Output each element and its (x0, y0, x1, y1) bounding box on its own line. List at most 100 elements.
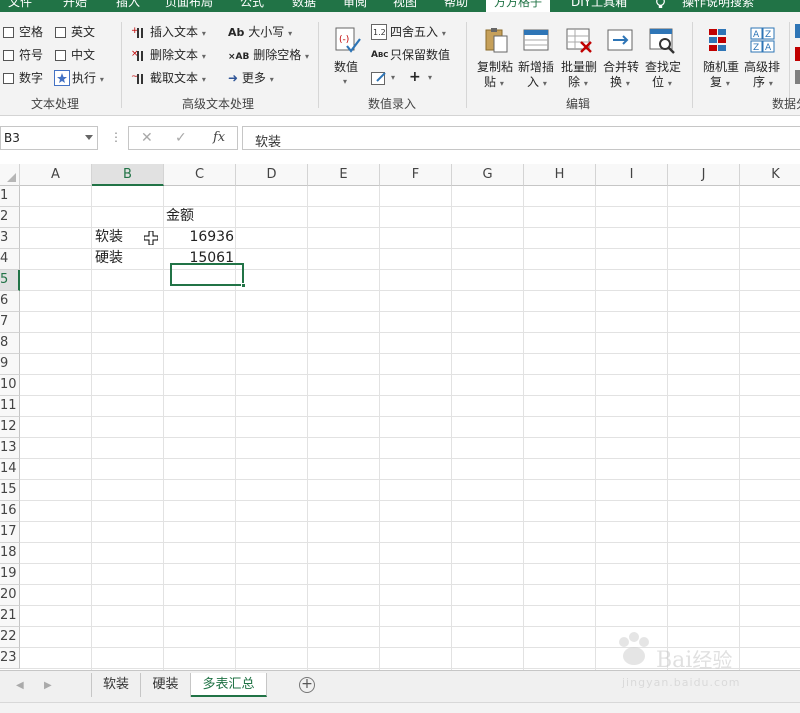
random-repeat-button[interactable]: 随机重 (703, 59, 739, 75)
random-repeat-button-line2[interactable]: 复 ▾ (710, 74, 730, 92)
tab-view[interactable]: 视图 (393, 0, 417, 12)
tab-file[interactable]: 文件 (8, 0, 32, 12)
column-header-f[interactable]: F (380, 164, 452, 186)
row-header-3[interactable]: 3 (0, 228, 20, 249)
column-header-d[interactable]: D (236, 164, 308, 186)
select-all-corner[interactable] (0, 164, 20, 186)
cell-b3[interactable]: 软装 (95, 227, 123, 247)
column-header-c[interactable]: C (164, 164, 236, 186)
row-header-11[interactable]: 11 (0, 396, 20, 417)
add-sheet-icon[interactable]: + (299, 677, 315, 693)
tab-fangfang-gezi[interactable]: 方方格子 (486, 0, 551, 12)
cell-b4[interactable]: 硬装 (95, 248, 123, 268)
advanced-sort-button[interactable]: 高级排 (744, 59, 780, 75)
selected-cell-c5[interactable] (170, 263, 246, 288)
execute-button[interactable]: 执行 ▾ (72, 70, 104, 88)
find-locate-button-line2[interactable]: 位 ▾ (652, 74, 672, 92)
tab-home[interactable]: 开始 (63, 0, 87, 12)
column-header-i[interactable]: I (596, 164, 668, 186)
plus-button[interactable]: + (409, 69, 421, 85)
batch-delete-button[interactable]: 批量删 (561, 59, 597, 75)
row-header-10[interactable]: 10 (0, 375, 20, 396)
tab-review[interactable]: 审阅 (343, 0, 367, 12)
column-header-g[interactable]: G (452, 164, 524, 186)
tab-formulas[interactable]: 公式 (240, 0, 264, 12)
column-header-b[interactable]: B (92, 164, 164, 186)
checkbox-space[interactable] (3, 27, 14, 38)
chevron-down-icon[interactable] (85, 135, 93, 140)
row-header-17[interactable]: 17 (0, 522, 20, 543)
sheet-scroll-left-icon[interactable]: ◀ (16, 680, 24, 691)
add-insert-button[interactable]: 新增插 (518, 59, 554, 75)
tell-me-search[interactable]: 操作说明搜索 (682, 0, 754, 12)
row-header-21[interactable]: 21 (0, 606, 20, 627)
formula-bar-grip-icon[interactable]: ⋮ (110, 130, 122, 144)
sheet-tab-hardfit[interactable]: 硬装 (141, 673, 191, 697)
insert-function-icon[interactable]: fx (213, 130, 225, 145)
row-header-6[interactable]: 6 (0, 291, 20, 312)
formula-input[interactable]: 软装 (242, 126, 800, 150)
row-header-23[interactable]: 23 (0, 648, 20, 669)
edit-cell-dropdown[interactable]: ▾ (391, 70, 395, 86)
row-header-8[interactable]: 8 (0, 333, 20, 354)
advanced-sort-button-line2[interactable]: 序 ▾ (753, 74, 773, 92)
column-header-j[interactable]: J (668, 164, 740, 186)
row-header-2[interactable]: 2 (0, 207, 20, 228)
delete-space-button[interactable]: ×AB 删除空格 ▾ (228, 47, 309, 65)
tab-page-layout[interactable]: 页面布局 (165, 0, 213, 12)
change-case-button[interactable]: Ab 大小写 ▾ (228, 24, 292, 42)
row-header-12[interactable]: 12 (0, 417, 20, 438)
tab-help[interactable]: 帮助 (444, 0, 468, 12)
confirm-icon[interactable]: ✓ (175, 130, 187, 146)
round-button[interactable]: 四舍五入 ▾ (390, 24, 446, 42)
checkbox-chinese[interactable] (55, 50, 66, 61)
column-header-a[interactable]: A (20, 164, 92, 186)
tab-data[interactable]: 数据 (292, 0, 316, 12)
row-header-19[interactable]: 19 (0, 564, 20, 585)
cell-c3[interactable]: 16936 (164, 227, 234, 247)
sheet-tab-softfit[interactable]: 软装 (91, 673, 141, 697)
column-header-e[interactable]: E (308, 164, 380, 186)
row-header-13[interactable]: 13 (0, 438, 20, 459)
insert-text-button[interactable]: 插入文本 ▾ (150, 24, 206, 42)
plus-dropdown[interactable]: ▾ (428, 70, 432, 86)
delete-text-button[interactable]: 删除文本 ▾ (150, 47, 206, 65)
row-header-14[interactable]: 14 (0, 459, 20, 480)
name-box[interactable]: B3 (0, 126, 98, 150)
value-button[interactable]: 数值 (334, 59, 358, 75)
row-header-18[interactable]: 18 (0, 543, 20, 564)
value-dropdown[interactable]: ▾ (343, 74, 347, 90)
row-header-22[interactable]: 22 (0, 627, 20, 648)
tab-diy-toolbox[interactable]: DIY工具箱 (571, 0, 627, 12)
spreadsheet-grid[interactable]: A B C D E F G H I J K 1 2 3 4 5 6 7 8 9 … (0, 161, 800, 670)
checkbox-symbol[interactable] (3, 50, 14, 61)
sheet-tab-summary[interactable]: 多表汇总 (191, 673, 267, 697)
row-header-16[interactable]: 16 (0, 501, 20, 522)
tab-insert[interactable]: 插入 (116, 0, 140, 12)
batch-delete-button-line2[interactable]: 除 ▾ (568, 74, 588, 92)
add-insert-button-line2[interactable]: 入 ▾ (527, 74, 547, 92)
row-header-5[interactable]: 5 (0, 270, 20, 291)
row-header-4[interactable]: 4 (0, 249, 20, 270)
merge-convert-button-line2[interactable]: 换 ▾ (610, 74, 630, 92)
copy-paste-button[interactable]: 复制粘 (477, 59, 513, 75)
checkbox-number[interactable] (3, 73, 14, 84)
row-header-7[interactable]: 7 (0, 312, 20, 333)
extract-text-button[interactable]: 截取文本 ▾ (150, 70, 206, 88)
more-button[interactable]: ➜ 更多 ▾ (228, 70, 274, 88)
fill-handle[interactable] (241, 283, 246, 288)
row-header-20[interactable]: 20 (0, 585, 20, 606)
cell-c2[interactable]: 金额 (166, 206, 194, 226)
checkbox-english[interactable] (55, 27, 66, 38)
column-header-k[interactable]: K (740, 164, 800, 186)
copy-paste-button-line2[interactable]: 贴 ▾ (484, 74, 504, 92)
merge-convert-button[interactable]: 合并转 (603, 59, 639, 75)
row-header-1[interactable]: 1 (0, 186, 20, 207)
cancel-icon[interactable]: ✕ (141, 130, 153, 146)
row-header-15[interactable]: 15 (0, 480, 20, 501)
row-header-9[interactable]: 9 (0, 354, 20, 375)
column-header-h[interactable]: H (524, 164, 596, 186)
sheet-scroll-right-icon[interactable]: ▶ (44, 680, 52, 691)
keep-numbers-button[interactable]: 只保留数值 (390, 47, 450, 63)
find-locate-button[interactable]: 查找定 (645, 59, 681, 75)
